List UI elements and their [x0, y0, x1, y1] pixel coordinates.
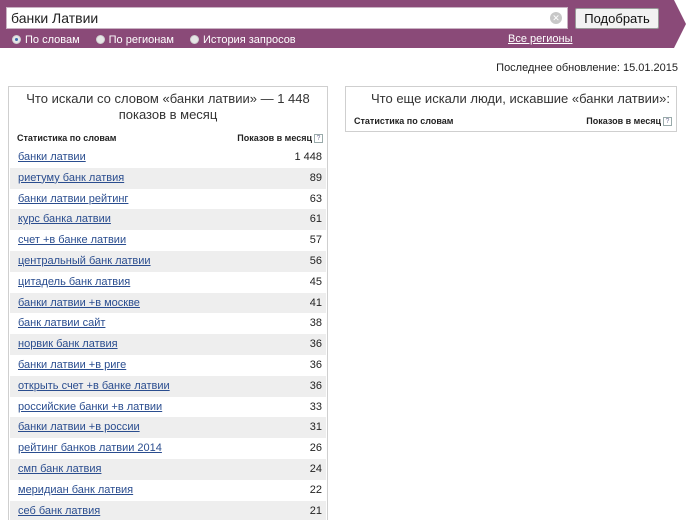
words-stats-panel: Что искали со словом «банки латвии» — 1 … [8, 86, 328, 520]
keyword-link[interactable]: банки латвии +в москве [18, 297, 140, 309]
impressions-count: 36 [309, 338, 322, 351]
mode-history[interactable]: История запросов [190, 34, 296, 46]
table-row: банки латвии 1 448 [10, 147, 326, 168]
header-arrow [674, 0, 686, 48]
impressions-count: 21 [309, 504, 322, 517]
submit-button[interactable]: Подобрать [575, 8, 659, 29]
keyword-link[interactable]: счет +в банке латвии [18, 234, 126, 246]
keyword-link[interactable]: себ банк латвия [18, 505, 100, 517]
radio-unchecked-icon[interactable] [95, 35, 105, 44]
keyword-link[interactable]: центральный банк латвии [18, 255, 151, 267]
col-count-header: Показов в месяц? [237, 133, 323, 144]
keyword-link[interactable]: цитадель банк латвия [18, 276, 130, 288]
table-header: Статистика по словам Показов в месяц? [9, 133, 327, 145]
keyword-link[interactable]: банки латвии [18, 151, 86, 163]
table-row: рейтинг банков латвии 2014 26 [10, 438, 326, 459]
related-searches-panel: Что еще искали люди, искавшие «банки лат… [345, 86, 677, 132]
mode-selector: По словам По регионам История запросов [12, 33, 312, 46]
col-count-label: Показов в месяц [237, 133, 312, 143]
keyword-link[interactable]: банк латвии сайт [18, 317, 105, 329]
impressions-count: 24 [309, 462, 322, 475]
all-regions-link[interactable]: Все регионы [508, 33, 573, 45]
panel-title: Что еще искали люди, искавшие «банки лат… [371, 91, 670, 106]
table-row: банки латвии рейтинг 63 [10, 189, 326, 210]
impressions-count: 61 [309, 213, 322, 226]
search-input[interactable] [11, 9, 541, 27]
impressions-count: 36 [309, 358, 322, 371]
keyword-link[interactable]: банки латвии рейтинг [18, 193, 128, 205]
table-row: меридиан банк латвия 22 [10, 480, 326, 501]
impressions-count: 22 [309, 483, 322, 496]
table-row: банки латвии +в россии 31 [10, 417, 326, 439]
help-icon[interactable]: ? [314, 134, 323, 144]
impressions-count: 89 [309, 171, 322, 184]
keyword-link[interactable]: риетуму банк латвия [18, 172, 124, 184]
panel-title: Что искали со словом «банки латвии» — 1 … [26, 91, 310, 122]
impressions-count: 31 [309, 421, 322, 434]
impressions-count: 57 [309, 234, 322, 247]
radio-unchecked-icon[interactable] [190, 35, 199, 44]
table-row: банки латвии +в риге 36 [10, 355, 326, 376]
clear-icon[interactable]: ✕ [550, 12, 562, 24]
table-row: смп банк латвия 24 [10, 458, 326, 480]
mode-label: По словам [25, 33, 80, 46]
impressions-count: 56 [309, 254, 322, 267]
last-updated: Последнее обновление: 15.01.2015 [496, 62, 678, 74]
impressions-count: 33 [309, 400, 322, 413]
impressions-count: 26 [309, 442, 322, 455]
table-row: российские банки +в латвии 33 [10, 397, 326, 418]
search-box: ✕ [6, 7, 568, 29]
keyword-link[interactable]: банки латвии +в риге [18, 359, 126, 371]
col-count-header: Показов в месяц? [586, 116, 672, 127]
table-row: банк латвии сайт 38 [10, 313, 326, 334]
table-row: курс банка латвии 61 [10, 209, 326, 231]
impressions-count: 45 [309, 275, 322, 288]
col-keyword-header: Статистика по словам [354, 116, 454, 126]
table-row: открыть счет +в банке латвии 36 [10, 375, 326, 397]
table-row: центральный банк латвии 56 [10, 250, 326, 272]
help-icon[interactable]: ? [663, 117, 672, 127]
impressions-count: 63 [309, 192, 322, 205]
mode-by-regions[interactable]: По регионам [95, 33, 174, 46]
mode-label: История запросов [203, 33, 296, 46]
keyword-link[interactable]: открыть счет +в банке латвии [18, 380, 170, 392]
keyword-link[interactable]: меридиан банк латвия [18, 484, 133, 496]
table-row: себ банк латвия 21 [10, 500, 326, 520]
col-keyword-header: Статистика по словам [17, 133, 117, 143]
keyword-link[interactable]: рейтинг банков латвии 2014 [18, 442, 162, 454]
radio-checked-icon[interactable] [12, 35, 21, 44]
keyword-link[interactable]: смп банк латвия [18, 463, 101, 475]
search-header: ✕ Подобрать По словам По регионам Истори… [0, 0, 674, 48]
keyword-link[interactable]: курс банка латвии [18, 213, 111, 225]
col-count-label: Показов в месяц [586, 116, 661, 126]
impressions-count: 36 [309, 379, 322, 392]
impressions-count: 1 448 [294, 151, 322, 163]
impressions-count: 41 [309, 296, 322, 309]
keyword-link[interactable]: норвик банк латвия [18, 338, 118, 350]
table-header: Статистика по словам Показов в месяц? [346, 116, 676, 128]
mode-by-words[interactable]: По словам [12, 34, 80, 46]
mode-label: По регионам [108, 33, 174, 46]
table-row: банки латвии +в москве 41 [10, 292, 326, 314]
table-row: счет +в банке латвии 57 [10, 230, 326, 251]
keyword-link[interactable]: банки латвии +в россии [18, 421, 140, 433]
table-row: норвик банк латвия 36 [10, 334, 326, 355]
keyword-link[interactable]: российские банки +в латвии [18, 401, 162, 413]
keyword-table: банки латвии 1 448 риетуму банк латвия 89 ба… [10, 147, 326, 520]
table-row: цитадель банк латвия 45 [10, 272, 326, 293]
table-row: риетуму банк латвия 89 [10, 167, 326, 189]
impressions-count: 38 [309, 317, 322, 330]
